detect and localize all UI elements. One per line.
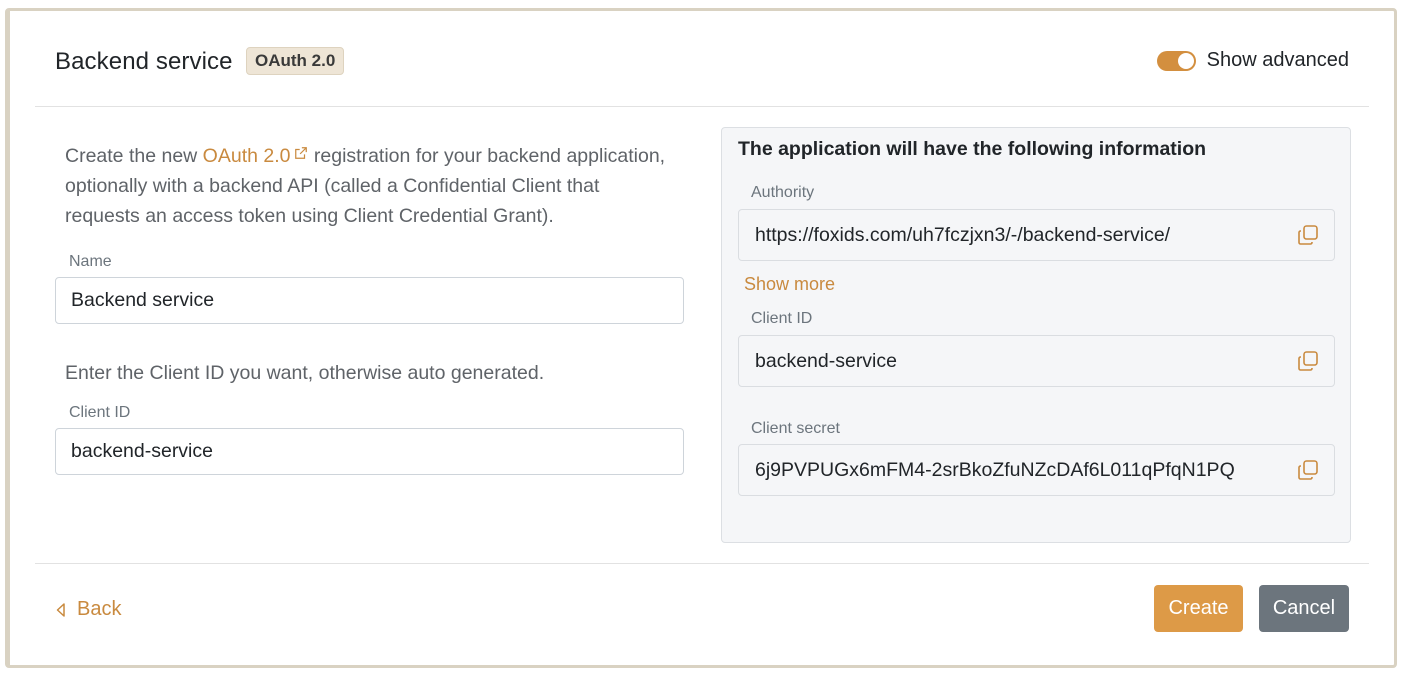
authority-value: https://foxids.com/uh7fczjxn3/-/backend-…: [755, 224, 1171, 246]
create-button[interactable]: Create: [1154, 585, 1243, 632]
application-info-panel: The application will have the following …: [721, 127, 1351, 543]
client-id-label: Client ID: [69, 404, 131, 421]
client-secret-value: 6j9PVPUGx6mFM4-2srBkoZfuNZcDAf6L011qPfqN…: [755, 459, 1235, 481]
authority-field: https://foxids.com/uh7fczjxn3/-/backend-…: [738, 209, 1335, 261]
intro-text: Create the new OAuth 2.0 registration fo…: [65, 141, 675, 231]
client-id-hint: Enter the Client ID you want, otherwise …: [65, 362, 545, 384]
card-header: Backend service OAuth 2.0 Show advanced: [35, 11, 1369, 107]
show-advanced-toggle[interactable]: [1156, 50, 1196, 71]
panel-title: The application will have the following …: [738, 138, 1207, 160]
show-advanced-label[interactable]: Show advanced: [1207, 49, 1349, 72]
client-secret-label: Client secret: [751, 420, 840, 437]
show-more-link[interactable]: Show more: [744, 274, 835, 295]
copy-icon[interactable]: [1296, 223, 1320, 247]
oauth-link[interactable]: OAuth 2.0: [203, 145, 309, 167]
back-label[interactable]: Back: [77, 598, 121, 621]
page-title: Backend service: [55, 48, 233, 75]
chevron-left-icon[interactable]: [55, 602, 67, 618]
copy-icon[interactable]: [1296, 458, 1320, 482]
show-advanced-toggle-group[interactable]: Show advanced: [1156, 49, 1349, 72]
protocol-badge: OAuth 2.0: [246, 47, 345, 75]
panel-client-id-value: backend-service: [755, 350, 897, 372]
panel-client-id-label: Client ID: [751, 310, 813, 327]
copy-icon[interactable]: [1296, 349, 1320, 373]
intro-before-link: Create the new: [65, 145, 203, 167]
cancel-button[interactable]: Cancel: [1259, 585, 1349, 632]
name-input[interactable]: Backend service: [55, 277, 684, 324]
client-secret-field: 6j9PVPUGx6mFM4-2srBkoZfuNZcDAf6L011qPfqN…: [738, 444, 1335, 496]
back-link[interactable]: Back: [55, 598, 121, 621]
oauth-link-label[interactable]: OAuth 2.0: [203, 145, 291, 167]
registration-card: Backend service OAuth 2.0 Show advanced …: [5, 8, 1397, 668]
external-link-icon[interactable]: [294, 146, 308, 160]
name-label: Name: [69, 253, 112, 270]
authority-label: Authority: [751, 184, 815, 201]
card-footer: Back Create Cancel: [35, 563, 1369, 663]
client-id-input[interactable]: backend-service: [55, 428, 684, 475]
toggle-knob: [1177, 52, 1194, 69]
panel-client-id-field: backend-service: [738, 335, 1335, 387]
